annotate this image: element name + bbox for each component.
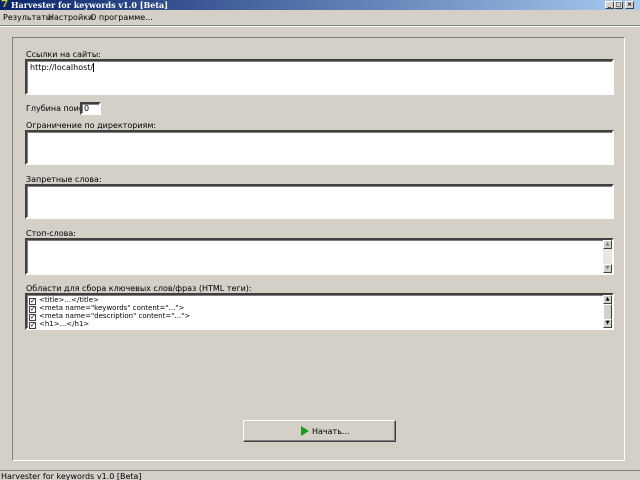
links-label: Ссылки на сайты: [26, 50, 101, 59]
start-button[interactable]: Начать... [243, 420, 396, 442]
list-item[interactable]: ✓ <h1>...</h1> [29, 320, 90, 329]
area-meta-description: <meta name="description" content="..."> [39, 312, 191, 320]
areas-scrollbar[interactable]: ▲ ▼ [603, 295, 612, 328]
menu-settings[interactable]: Настройки [48, 13, 93, 22]
stopwords-scrollbar[interactable]: ▲ ▼ [603, 240, 612, 273]
minimize-button[interactable]: _ [605, 1, 614, 9]
menu-separator [0, 25, 640, 27]
forbidden-textarea[interactable] [25, 184, 614, 219]
checkbox[interactable]: ✓ [29, 322, 36, 329]
menu-about[interactable]: О программе... [90, 13, 153, 22]
dir-limit-textarea[interactable] [25, 130, 614, 165]
links-textarea[interactable]: http://localhost/ [25, 59, 614, 95]
area-meta-keywords: <meta name="keywords" content="..."> [39, 304, 185, 312]
stopwords-textarea[interactable]: ▲ ▼ [25, 238, 614, 275]
status-bar: Harvester for keywords v1.0 [Beta] [0, 470, 640, 480]
list-item[interactable]: ✓ <title>...</title> [29, 296, 99, 305]
close-button[interactable]: × [625, 1, 634, 9]
area-h1: <h1>...</h1> [39, 320, 90, 328]
text-caret [93, 63, 95, 72]
links-value: http://localhost/ [30, 63, 94, 72]
menu-results[interactable]: Результаты [3, 13, 52, 22]
scroll-up-button[interactable]: ▲ [603, 295, 612, 304]
menu-bar: Результаты Настройки О программе... [0, 11, 640, 24]
window-title: Harvester for keywords v1.0 [Beta] [11, 0, 169, 10]
forbidden-label: Запретные слова: [26, 175, 102, 184]
list-item[interactable]: ✓ <meta name="description" content="..."> [29, 312, 191, 321]
area-title: <title>...</title> [39, 296, 99, 304]
depth-value: 0 [84, 104, 90, 113]
list-item[interactable]: ✓ <meta name="keywords" content="..."> [29, 304, 185, 313]
title-bar: 7 Harvester for keywords v1.0 [Beta] _ □… [0, 0, 640, 10]
depth-input[interactable]: 0 [80, 102, 101, 115]
scroll-up-button[interactable]: ▲ [603, 240, 612, 249]
maximize-button[interactable]: □ [614, 1, 623, 9]
scroll-down-button[interactable]: ▼ [603, 319, 612, 328]
play-icon [301, 426, 309, 436]
status-text: Harvester for keywords v1.0 [Beta] [1, 472, 142, 480]
areas-label: Области для сбора ключевых слов/фраз (HT… [26, 284, 252, 293]
app-icon: 7 [1, 0, 8, 10]
start-button-label: Начать... [312, 427, 350, 436]
dir-limit-label: Ограничение по директориям: [26, 121, 157, 130]
scroll-down-button[interactable]: ▼ [603, 264, 612, 273]
areas-checklist[interactable]: ✓ <title>...</title> ✓ <meta name="keyword… [25, 293, 614, 330]
stopwords-label: Стоп-слова: [26, 229, 76, 238]
